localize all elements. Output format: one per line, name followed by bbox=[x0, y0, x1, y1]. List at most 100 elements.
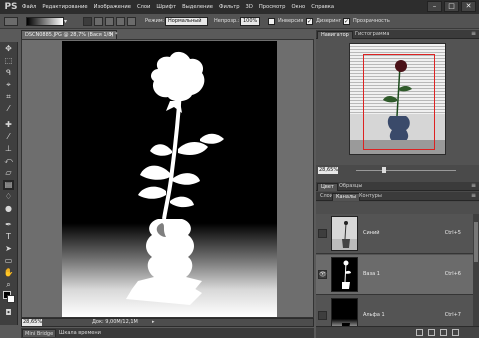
channels-scrollbar-thumb[interactable] bbox=[474, 222, 478, 262]
load-selection-icon[interactable] bbox=[416, 329, 423, 336]
pen-tool-icon[interactable]: ✒ bbox=[3, 220, 14, 230]
maximize-button[interactable]: □ bbox=[444, 1, 459, 12]
background-color-swatch[interactable] bbox=[7, 295, 15, 303]
channel-name: Альфа 1 bbox=[363, 312, 385, 318]
channel-row[interactable]: 👁 Ваза 1 Ctrl+6 bbox=[316, 255, 479, 295]
navigator-thumbnail[interactable] bbox=[349, 43, 446, 155]
brush-tool-icon[interactable]: ⁄ bbox=[3, 132, 14, 142]
channel-visibility-toggle[interactable] bbox=[318, 229, 327, 238]
type-tool-icon[interactable]: T bbox=[3, 232, 14, 242]
image-canvas[interactable] bbox=[62, 41, 277, 317]
hand-tool-icon[interactable]: ✋ bbox=[3, 268, 14, 278]
navigator-panel-tabs: Навигатор Гистограмма ≡ bbox=[316, 30, 479, 39]
channel-name: Ваза 1 bbox=[363, 271, 380, 277]
history-brush-tool-icon[interactable]: ⤺ bbox=[3, 156, 14, 166]
lasso-tool-icon[interactable]: ᑫ bbox=[3, 68, 14, 78]
linear-gradient-button[interactable] bbox=[83, 17, 92, 26]
transparency-checkbox[interactable]: ✓ bbox=[343, 18, 350, 25]
angle-gradient-button[interactable] bbox=[105, 17, 114, 26]
color-panel-menu-icon[interactable]: ≡ bbox=[471, 182, 476, 189]
mode-label: Режим: bbox=[145, 18, 165, 24]
menu-layers[interactable]: Слои bbox=[137, 4, 150, 10]
channel-visibility-toggle[interactable] bbox=[318, 311, 327, 320]
channel-thumbnail bbox=[331, 257, 358, 292]
inversion-label: Инверсия bbox=[278, 18, 304, 24]
navigator-panel-menu-icon[interactable]: ≡ bbox=[471, 30, 476, 37]
spot-heal-tool-icon[interactable]: ✚ bbox=[3, 120, 14, 130]
menu-type[interactable]: Шрифт bbox=[156, 4, 176, 10]
menu-view[interactable]: Просмотр bbox=[259, 4, 286, 10]
channels-list: Синий Ctrl+5 👁 Ваза 1 Ctrl+6 Альфа 1 Ctr… bbox=[316, 214, 479, 338]
menu-3d[interactable]: 3D bbox=[246, 4, 253, 10]
path-select-tool-icon[interactable]: ➤ bbox=[3, 244, 14, 254]
move-tool-icon[interactable]: ✥ bbox=[3, 44, 14, 54]
radial-gradient-button[interactable] bbox=[94, 17, 103, 26]
clone-stamp-tool-icon[interactable]: ⊥ bbox=[3, 144, 14, 154]
color-panel-tabs: Цвет Образцы ≡ bbox=[316, 182, 479, 191]
menu-file[interactable]: Файл bbox=[22, 4, 36, 10]
dither-checkbox[interactable]: ✓ bbox=[306, 18, 313, 25]
gradient-tool-icon[interactable]: ▤ bbox=[3, 180, 14, 190]
tools-panel: ✥ ⬚ ᑫ ⌖ ⌗ ⁄ ✚ ⁄ ⊥ ⤺ ▱ ▤ ♢ ● ✒ T ➤ ▭ ✋ ⌕ … bbox=[0, 42, 18, 325]
menu-edit[interactable]: Редактирование bbox=[42, 4, 87, 10]
menu-help[interactable]: Справка bbox=[311, 4, 334, 10]
menu-image[interactable]: Изображение bbox=[94, 4, 131, 10]
navigator-zoom-slider-knob[interactable] bbox=[382, 167, 386, 173]
reflected-gradient-button[interactable] bbox=[116, 17, 125, 26]
tab-color[interactable]: Цвет bbox=[317, 183, 338, 191]
tab-histogram[interactable]: Гистограмма bbox=[352, 31, 393, 39]
tab-mini-bridge[interactable]: Mini Bridge bbox=[22, 329, 57, 337]
main-menu: Файл Редактирование Изображение Слои Шри… bbox=[22, 4, 340, 10]
menu-select[interactable]: Выделение bbox=[182, 4, 213, 10]
dodge-tool-icon[interactable]: ● bbox=[3, 204, 14, 214]
channels-scrollbar[interactable] bbox=[473, 214, 479, 338]
close-button[interactable]: ✕ bbox=[461, 1, 476, 12]
zoom-tool-icon[interactable]: ⌕ bbox=[3, 280, 14, 290]
channels-toolbar-strip bbox=[316, 202, 479, 214]
new-channel-icon[interactable] bbox=[440, 329, 447, 336]
gradient-dropdown-icon[interactable]: ▾ bbox=[64, 17, 70, 26]
document-title: DSCN0885.JPG @ 28,7% (Вася 1/8) * bbox=[25, 32, 118, 38]
channels-footer bbox=[316, 326, 479, 338]
blur-tool-icon[interactable]: ♢ bbox=[3, 192, 14, 202]
channel-shortcut: Ctrl+5 bbox=[444, 230, 461, 236]
channel-thumbnail bbox=[331, 216, 358, 251]
window-controls: – □ ✕ bbox=[425, 1, 476, 12]
layers-panel-menu-icon[interactable]: ≡ bbox=[471, 192, 476, 199]
eye-icon[interactable]: 👁 bbox=[318, 270, 327, 279]
dither-label: Дизеринг bbox=[316, 18, 342, 24]
menu-filter[interactable]: Фильтр bbox=[219, 4, 240, 10]
navigator-zoom-field[interactable]: 28,65% bbox=[318, 167, 338, 174]
gradient-picker[interactable] bbox=[26, 17, 64, 26]
quick-mask-icon[interactable]: ◘ bbox=[3, 308, 14, 318]
quick-select-tool-icon[interactable]: ⌖ bbox=[3, 80, 14, 90]
crop-tool-icon[interactable]: ⌗ bbox=[3, 92, 14, 102]
eyedropper-tool-icon[interactable]: ⁄ bbox=[3, 104, 14, 114]
diamond-gradient-button[interactable] bbox=[127, 17, 136, 26]
tab-swatches[interactable]: Образцы bbox=[336, 183, 365, 191]
tool-preset-picker[interactable] bbox=[4, 17, 18, 26]
tab-timeline[interactable]: Шкала времени bbox=[57, 329, 103, 337]
close-document-icon[interactable]: × bbox=[109, 31, 114, 39]
document-tab[interactable]: DSCN0885.JPG @ 28,7% (Вася 1/8) * × bbox=[21, 30, 117, 39]
status-menu-arrow-icon[interactable]: ▸ bbox=[152, 319, 155, 326]
inversion-checkbox[interactable] bbox=[268, 18, 275, 25]
channel-shortcut: Ctrl+6 bbox=[444, 271, 461, 277]
rectangle-tool-icon[interactable]: ▭ bbox=[3, 256, 14, 266]
mode-select[interactable]: Нормальный bbox=[165, 17, 208, 26]
eraser-tool-icon[interactable]: ▱ bbox=[3, 168, 14, 178]
navigator-zoom-slider[interactable] bbox=[356, 170, 456, 171]
opacity-input[interactable]: 100% bbox=[240, 17, 260, 26]
zoom-level-field[interactable]: 28,65% bbox=[22, 319, 42, 326]
save-selection-icon[interactable] bbox=[428, 329, 435, 336]
delete-channel-icon[interactable] bbox=[452, 329, 459, 336]
marquee-tool-icon[interactable]: ⬚ bbox=[3, 56, 14, 66]
channel-row[interactable]: Синий Ctrl+5 bbox=[316, 214, 479, 254]
layers-panel-tabs: Слои Каналы Контуры ≡ bbox=[316, 192, 479, 201]
navigator-footer: 28,65% bbox=[316, 165, 479, 176]
minimize-button[interactable]: – bbox=[427, 1, 442, 12]
tab-navigator[interactable]: Навигатор bbox=[317, 31, 353, 39]
menu-window[interactable]: Окно bbox=[291, 4, 305, 10]
tab-paths[interactable]: Контуры bbox=[356, 193, 385, 201]
navigator-view-box[interactable] bbox=[363, 54, 435, 150]
